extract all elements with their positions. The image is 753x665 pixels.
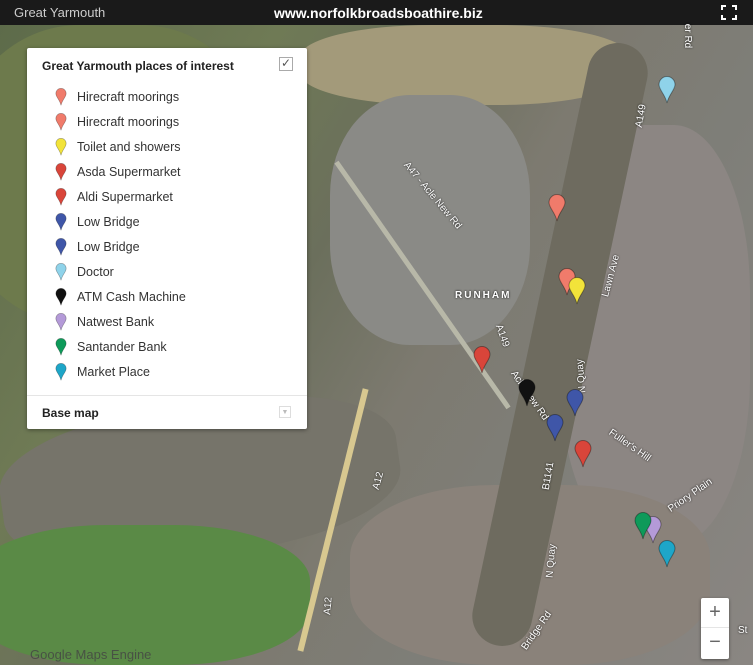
map-title: Great Yarmouth xyxy=(14,5,106,20)
map-pin-icon xyxy=(55,337,77,356)
map-pin-icon xyxy=(55,237,77,256)
legend-item-label: Doctor xyxy=(77,264,114,279)
legend-item-label: Toilet and showers xyxy=(77,139,181,154)
fullscreen-icon[interactable] xyxy=(721,5,737,20)
map-pin-icon xyxy=(55,87,77,106)
legend-item[interactable]: Doctor xyxy=(27,259,307,284)
chevron-down-icon[interactable]: ▼ xyxy=(279,406,291,418)
map-road-label: er Rd xyxy=(682,23,694,49)
map-marker[interactable] xyxy=(658,540,676,568)
base-map-label: Base map xyxy=(42,406,99,420)
map-marker[interactable] xyxy=(658,76,676,104)
legend-panel: Great Yarmouth places of interest ✓ Hire… xyxy=(27,48,307,429)
map-pin-icon xyxy=(55,112,77,131)
title-bar: Great Yarmouth www.norfolkbroadsboathire… xyxy=(0,0,753,25)
legend-item[interactable]: Low Bridge xyxy=(27,209,307,234)
map-pin-icon xyxy=(55,137,77,156)
map-marker[interactable] xyxy=(473,346,491,374)
map-marker[interactable] xyxy=(634,512,652,540)
zoom-in-button[interactable]: + xyxy=(701,598,729,628)
legend-item[interactable]: Low Bridge xyxy=(27,234,307,259)
legend-item-label: ATM Cash Machine xyxy=(77,289,186,304)
map-pin-icon xyxy=(55,312,77,331)
legend-items: Hirecraft moorings Hirecraft moorings Toil… xyxy=(27,84,307,384)
map-marker[interactable] xyxy=(568,277,586,305)
site-url: www.norfolkbroadsboathire.biz xyxy=(274,5,483,21)
map-marker[interactable] xyxy=(548,194,566,222)
legend-title: Great Yarmouth places of interest xyxy=(42,59,234,73)
map-pin-icon xyxy=(55,287,77,306)
map-marker[interactable] xyxy=(546,414,564,442)
zoom-control: + − xyxy=(701,598,729,659)
legend-item[interactable]: Market Place xyxy=(27,359,307,384)
legend-item-label: Market Place xyxy=(77,364,150,379)
map-pin-icon xyxy=(55,262,77,281)
base-map-section[interactable]: Base map ▼ xyxy=(27,395,307,429)
legend-item[interactable]: Asda Supermarket xyxy=(27,159,307,184)
legend-item-label: Hirecraft moorings xyxy=(77,89,180,104)
legend-item[interactable]: Toilet and showers xyxy=(27,134,307,159)
map-marker[interactable] xyxy=(574,440,592,468)
legend-item[interactable]: Aldi Supermarket xyxy=(27,184,307,209)
legend-item[interactable]: Santander Bank xyxy=(27,334,307,359)
map-marker[interactable] xyxy=(518,379,536,407)
legend-item-label: Aldi Supermarket xyxy=(77,189,173,204)
map-road-label: St xyxy=(738,625,748,636)
legend-item[interactable]: Hirecraft moorings xyxy=(27,109,307,134)
map-road-label: A12 xyxy=(322,596,335,616)
legend-item[interactable]: Hirecraft moorings xyxy=(27,84,307,109)
map-pin-icon xyxy=(55,362,77,381)
legend-item-label: Natwest Bank xyxy=(77,314,155,329)
legend-item-label: Hirecraft moorings xyxy=(77,114,180,129)
legend-item-label: Low Bridge xyxy=(77,214,140,229)
legend-item-label: Santander Bank xyxy=(77,339,167,354)
map-pin-icon xyxy=(55,187,77,206)
legend-item-label: Asda Supermarket xyxy=(77,164,181,179)
zoom-out-button[interactable]: − xyxy=(701,628,729,658)
attribution: Google Maps Engine xyxy=(30,647,152,662)
legend-item[interactable]: Natwest Bank xyxy=(27,309,307,334)
map-marker[interactable] xyxy=(566,389,584,417)
layer-checkbox[interactable]: ✓ xyxy=(279,57,293,71)
map-road-label: RUNHAM xyxy=(455,290,512,301)
map-pin-icon xyxy=(55,162,77,181)
map-pin-icon xyxy=(55,212,77,231)
legend-item-label: Low Bridge xyxy=(77,239,140,254)
legend-item[interactable]: ATM Cash Machine xyxy=(27,284,307,309)
